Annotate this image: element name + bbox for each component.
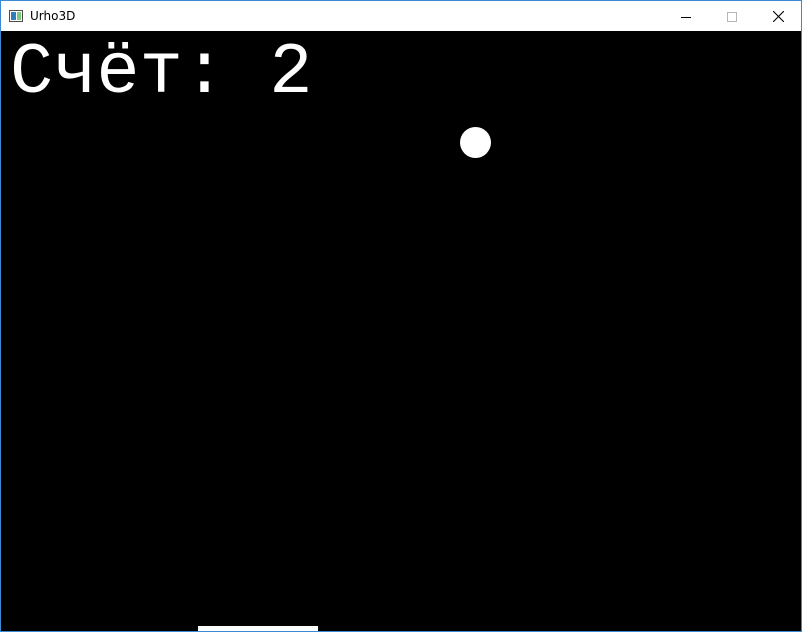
score-label: Счёт: 2	[10, 32, 313, 114]
game-viewport[interactable]: Счёт: 2	[1, 31, 801, 631]
close-button[interactable]	[755, 1, 801, 31]
title-bar[interactable]: Urho3D	[1, 1, 801, 31]
window-title: Urho3D	[30, 9, 76, 23]
maximize-icon	[727, 7, 737, 26]
maximize-button[interactable]	[709, 1, 755, 31]
window-app-icon	[9, 10, 23, 22]
app-window: Urho3D Счёт: 2	[0, 0, 802, 632]
ball	[460, 127, 491, 158]
close-icon	[772, 7, 784, 26]
window-controls	[663, 1, 801, 31]
minimize-button[interactable]	[663, 1, 709, 31]
minimize-icon	[681, 7, 691, 26]
paddle[interactable]	[198, 626, 318, 631]
